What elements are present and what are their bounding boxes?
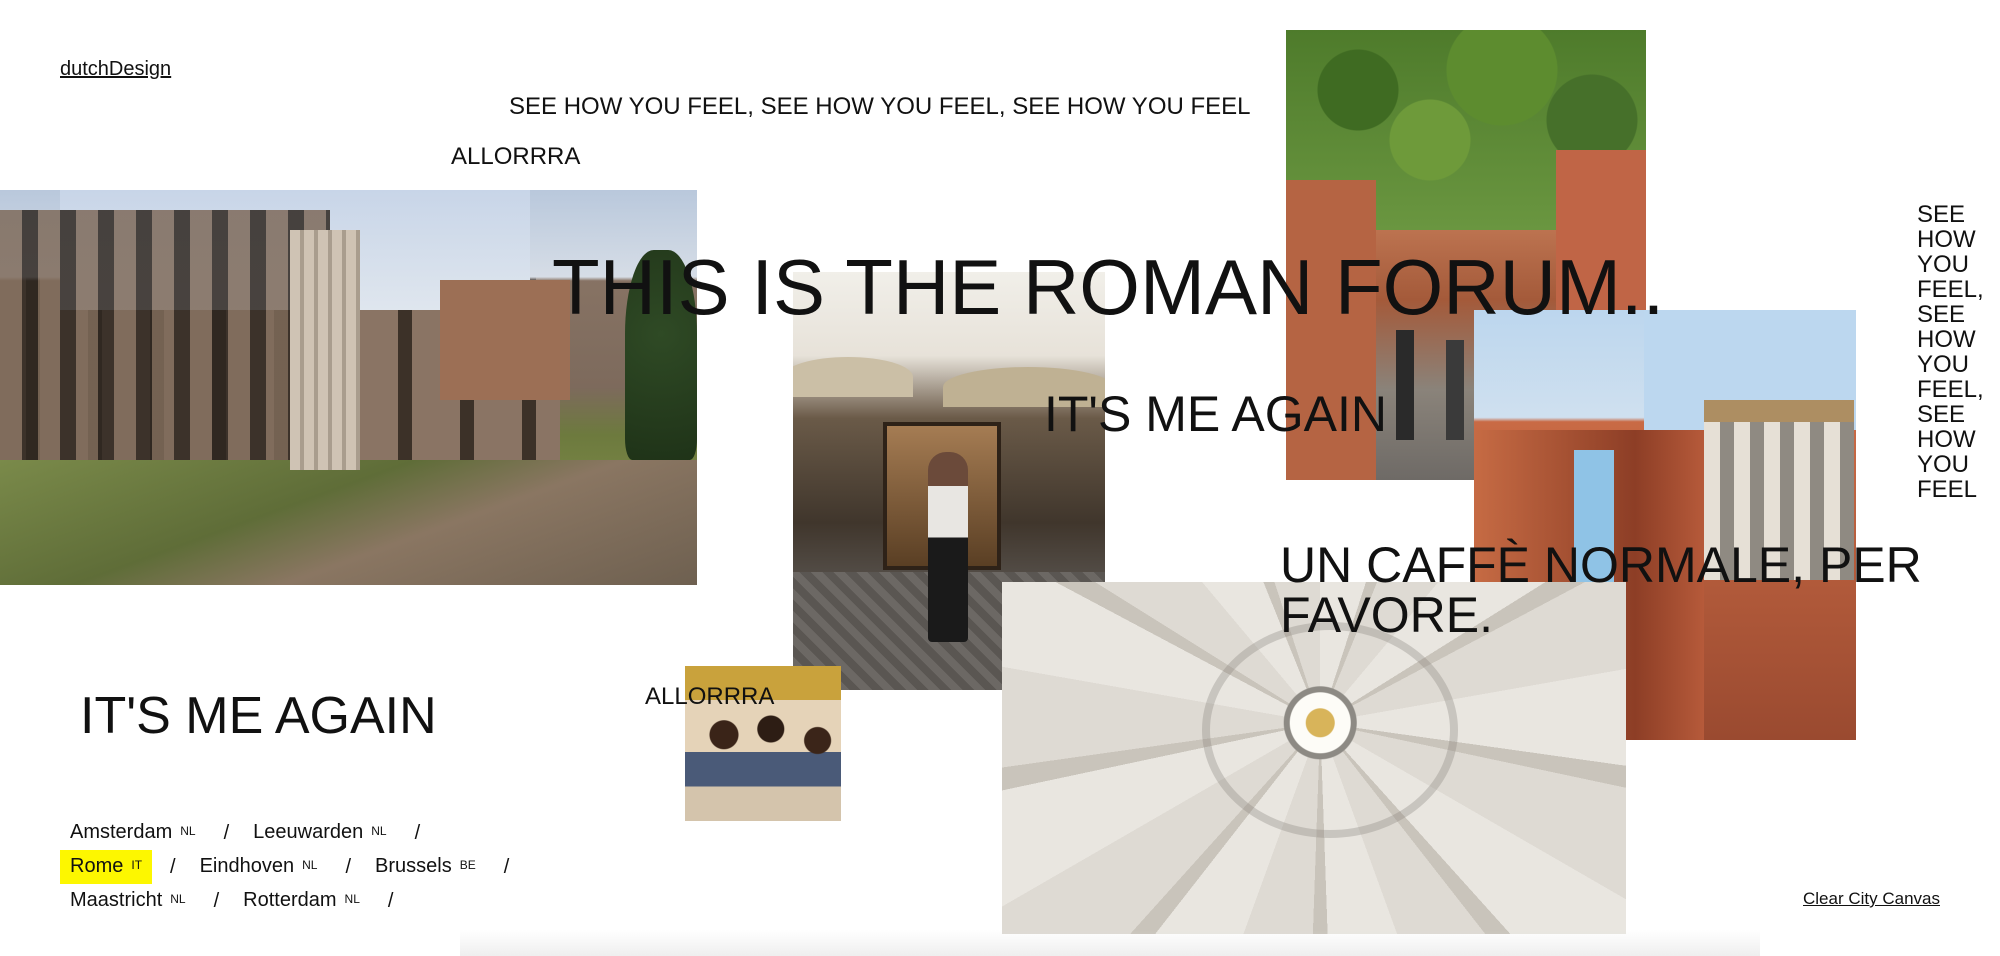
city-name: Amsterdam	[70, 821, 173, 843]
see-how-you-feel-line: SEE HOW YOU FEEL, SEE HOW YOU FEEL, SEE …	[509, 93, 1251, 120]
city-link-leeuwarden[interactable]: Leeuwarden NL	[243, 816, 396, 850]
clear-city-canvas-button[interactable]: Clear City Canvas	[1803, 889, 1940, 909]
city-link-amsterdam[interactable]: Amsterdam NL	[60, 816, 206, 850]
photo-person	[928, 452, 968, 642]
photo-arches	[0, 210, 330, 470]
separator: /	[387, 890, 394, 912]
country-code: NL	[302, 858, 318, 872]
city-link-maastricht[interactable]: Maastricht NL	[60, 884, 196, 918]
city-list: Amsterdam NL / Leeuwarden NL / Rome IT /…	[60, 816, 523, 918]
allorrra-text: ALLORRRA	[645, 683, 775, 710]
country-code: NL	[344, 892, 360, 906]
logo-link[interactable]: dutchDesign	[60, 58, 171, 81]
city-name: Rome	[70, 855, 124, 877]
city-name: Brussels	[375, 855, 452, 877]
city-name: Maastricht	[70, 889, 163, 911]
separator: /	[213, 890, 220, 912]
separator: /	[503, 856, 510, 878]
roman-forum-heading: THIS IS THE ROMAN FORUM..	[552, 243, 1665, 331]
country-code: BE	[459, 858, 476, 872]
separator: /	[170, 856, 176, 878]
its-me-again-heading: IT'S ME AGAIN	[80, 687, 437, 745]
photo-dome-ring	[1202, 622, 1458, 838]
photo-umbrella	[793, 357, 913, 397]
separator: /	[223, 822, 230, 844]
allorrra-text: ALLORRRA	[451, 143, 581, 170]
city-link-rotterdam[interactable]: Rotterdam NL	[233, 884, 370, 918]
city-name: Leeuwarden	[253, 821, 364, 843]
city-link-rome[interactable]: Rome IT	[60, 850, 153, 884]
country-code: IT	[131, 858, 143, 872]
caffe-text: UN CAFFÈ NORMALE, PER FAVORE.	[1280, 537, 1922, 643]
photo-building	[440, 280, 570, 400]
photo-people	[685, 706, 841, 821]
separator: /	[414, 822, 421, 844]
city-name: Rotterdam	[243, 889, 337, 911]
city-row: Maastricht NL / Rotterdam NL /	[60, 884, 523, 918]
photo-ground	[0, 460, 697, 585]
country-code: NL	[170, 892, 186, 906]
separator: /	[345, 856, 352, 878]
city-canvas: dutchDesign SEE HOW YOU FEEL, SEE HOW YO…	[0, 0, 2000, 956]
city-link-brussels[interactable]: Brussels BE	[365, 850, 486, 884]
its-me-again-text: IT'S ME AGAIN	[1044, 386, 1387, 442]
country-code: NL	[371, 824, 387, 838]
bottom-shadow	[460, 930, 1760, 956]
see-how-you-feel-column: SEE HOW YOU FEEL, SEE HOW YOU FEEL, SEE …	[1917, 201, 1984, 503]
city-name: Eindhoven	[199, 855, 295, 877]
city-row: Rome IT / Eindhoven NL / Brussels BE /	[60, 850, 523, 884]
city-link-eindhoven[interactable]: Eindhoven NL	[190, 850, 328, 884]
city-row: Amsterdam NL / Leeuwarden NL /	[60, 816, 523, 850]
country-code: NL	[180, 824, 196, 838]
photo-columns	[290, 230, 360, 470]
